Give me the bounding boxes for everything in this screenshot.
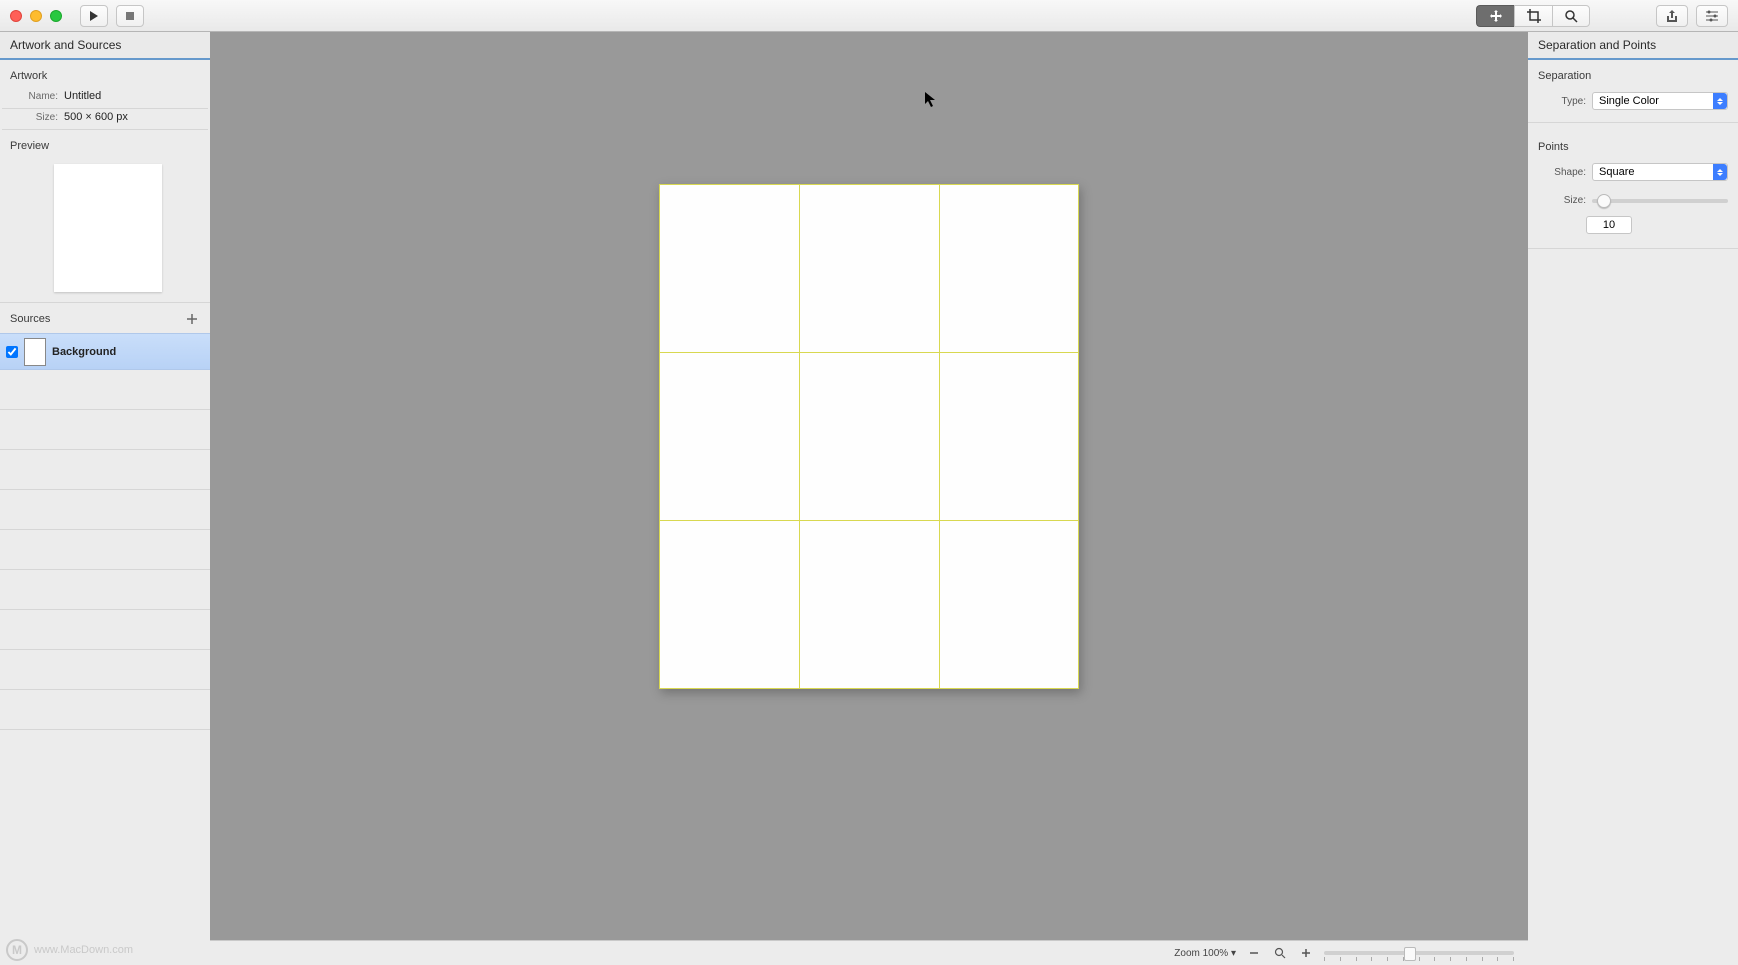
zoom-tool-button[interactable]	[1552, 5, 1590, 27]
magnifier-icon	[1274, 947, 1286, 959]
type-select-value: Single Color	[1599, 95, 1659, 107]
share-button[interactable]	[1656, 5, 1688, 27]
preview-thumbnail	[54, 164, 162, 292]
artwork-heading: Artwork	[0, 60, 210, 88]
source-empty-row	[0, 610, 210, 650]
sources-heading: Sources	[10, 313, 50, 325]
preview-heading: Preview	[0, 130, 210, 158]
play-icon	[89, 11, 99, 21]
zoom-label[interactable]: Zoom 100% ▾	[1174, 948, 1236, 959]
stepper-icon	[1713, 164, 1727, 180]
view-mode-group	[1476, 5, 1590, 27]
size-slider[interactable]	[1592, 199, 1728, 203]
play-button[interactable]	[80, 5, 108, 27]
watermark-text: www.MacDown.com	[34, 944, 133, 956]
type-select[interactable]: Single Color	[1592, 92, 1728, 110]
artboard[interactable]	[659, 184, 1079, 689]
artwork-size-value: 500 × 600 px	[64, 111, 128, 123]
slider-thumb[interactable]	[1597, 194, 1611, 208]
sliders-icon	[1705, 9, 1719, 23]
source-row[interactable]: Background	[0, 333, 210, 370]
add-source-button[interactable]	[184, 311, 200, 327]
minimize-window-button[interactable]	[30, 10, 42, 22]
status-bar: Zoom 100% ▾	[210, 940, 1528, 965]
crop-icon	[1527, 9, 1541, 23]
watermark: M www.MacDown.com	[6, 939, 133, 961]
right-panel: Separation and Points Separation Type: S…	[1528, 32, 1738, 965]
source-name: Background	[52, 346, 116, 358]
source-empty-row	[0, 410, 210, 450]
name-label: Name:	[10, 91, 64, 102]
source-empty-row	[0, 370, 210, 410]
left-panel: Artwork and Sources Artwork Name: Untitl…	[0, 32, 210, 965]
stop-button[interactable]	[116, 5, 144, 27]
size-label: Size:	[10, 112, 64, 123]
source-empty-row	[0, 490, 210, 530]
move-icon	[1489, 9, 1503, 23]
source-empty-row	[0, 530, 210, 570]
separation-heading: Separation	[1528, 60, 1738, 88]
shape-select-value: Square	[1599, 166, 1634, 178]
minus-icon	[1249, 948, 1259, 958]
source-empty-row	[0, 570, 210, 610]
shape-select[interactable]: Square	[1592, 163, 1728, 181]
zoom-reset-button[interactable]	[1272, 945, 1288, 961]
artwork-name-value: Untitled	[64, 90, 101, 102]
share-icon	[1665, 9, 1679, 23]
zoom-in-button[interactable]	[1298, 945, 1314, 961]
stepper-icon	[1713, 93, 1727, 109]
right-panel-title: Separation and Points	[1528, 32, 1738, 60]
source-empty-row	[0, 450, 210, 490]
zoom-out-button[interactable]	[1246, 945, 1262, 961]
crop-tool-button[interactable]	[1514, 5, 1552, 27]
fullscreen-window-button[interactable]	[50, 10, 62, 22]
move-tool-button[interactable]	[1476, 5, 1514, 27]
plus-icon	[1301, 948, 1311, 958]
watermark-badge-icon: M	[6, 939, 28, 961]
source-thumbnail	[24, 338, 46, 366]
type-label: Type:	[1538, 96, 1586, 107]
stop-icon	[125, 11, 135, 21]
points-heading: Points	[1528, 131, 1738, 159]
close-window-button[interactable]	[10, 10, 22, 22]
zoom-slider[interactable]	[1324, 951, 1514, 955]
shape-label: Shape:	[1538, 167, 1586, 178]
window-controls	[10, 10, 62, 22]
size-input[interactable]	[1586, 216, 1632, 234]
plus-icon	[187, 314, 197, 324]
toolbar	[0, 0, 1738, 32]
settings-button[interactable]	[1696, 5, 1728, 27]
source-empty-row	[0, 690, 210, 730]
search-icon	[1564, 9, 1578, 23]
source-empty-row	[0, 650, 210, 690]
left-panel-title: Artwork and Sources	[0, 32, 210, 60]
cursor-icon	[925, 92, 937, 108]
canvas-area[interactable]	[210, 32, 1528, 940]
size-slider-label: Size:	[1538, 195, 1586, 206]
source-visibility-checkbox[interactable]	[6, 346, 18, 358]
